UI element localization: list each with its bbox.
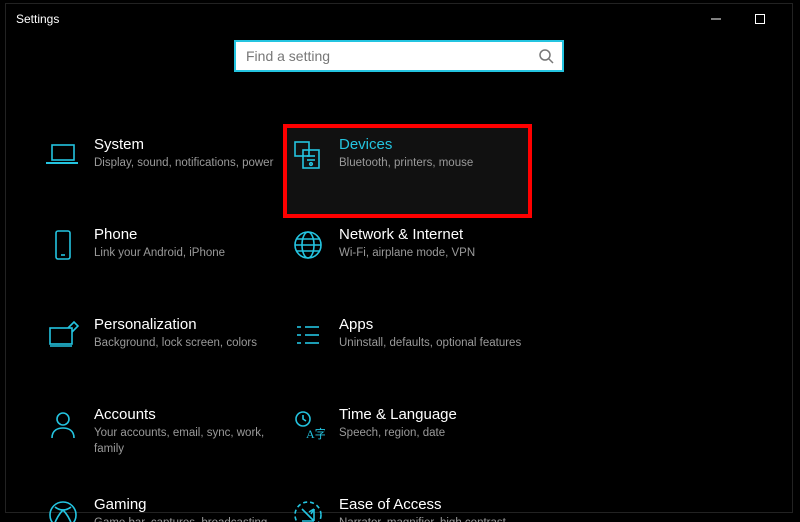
paint-icon <box>46 318 80 352</box>
tile-network[interactable]: Network & Internet Wi-Fi, airplane mode,… <box>285 216 530 306</box>
search-icon <box>538 48 554 64</box>
devices-icon <box>291 138 325 172</box>
tile-title: Phone <box>94 226 277 243</box>
tile-subtitle: Bluetooth, printers, mouse <box>339 156 522 172</box>
xbox-icon <box>46 498 80 522</box>
tile-apps[interactable]: Apps Uninstall, defaults, optional featu… <box>285 306 530 396</box>
settings-window: Settings System Display, sound, notifica… <box>5 3 793 513</box>
laptop-icon <box>46 138 80 172</box>
tile-title: Network & Internet <box>339 226 522 243</box>
minimize-button[interactable] <box>694 4 738 34</box>
person-icon <box>46 408 80 442</box>
tile-title: Accounts <box>94 406 277 423</box>
tile-title: Apps <box>339 316 522 333</box>
svg-text:A字: A字 <box>306 426 325 441</box>
time-language-icon: A字 <box>291 408 325 442</box>
tile-title: Ease of Access <box>339 496 522 513</box>
tile-accounts[interactable]: Accounts Your accounts, email, sync, wor… <box>40 396 285 486</box>
tile-title: Gaming <box>94 496 277 513</box>
tile-title: Time & Language <box>339 406 522 423</box>
tile-phone[interactable]: Phone Link your Android, iPhone <box>40 216 285 306</box>
window-title: Settings <box>16 12 59 26</box>
search-box[interactable] <box>234 40 564 72</box>
tile-subtitle: Display, sound, notifications, power <box>94 156 277 172</box>
settings-grid: System Display, sound, notifications, po… <box>6 126 792 522</box>
tile-gaming[interactable]: Gaming Game bar, captures, broadcasting,… <box>40 486 285 522</box>
tile-title: Personalization <box>94 316 277 333</box>
phone-icon <box>46 228 80 262</box>
search-row <box>6 40 792 72</box>
tile-system[interactable]: System Display, sound, notifications, po… <box>40 126 285 216</box>
tile-subtitle: Your accounts, email, sync, work, family <box>94 426 277 457</box>
tile-subtitle: Wi-Fi, airplane mode, VPN <box>339 246 522 262</box>
tile-subtitle: Game bar, captures, broadcasting, Game M… <box>94 516 277 522</box>
tile-subtitle: Narrator, magnifier, high contrast <box>339 516 522 522</box>
tile-ease-of-access[interactable]: Ease of Access Narrator, magnifier, high… <box>285 486 530 522</box>
ease-of-access-icon <box>291 498 325 522</box>
search-input[interactable] <box>244 47 538 65</box>
titlebar: Settings <box>6 4 792 34</box>
tile-time-language[interactable]: A字 Time & Language Speech, region, date <box>285 396 530 486</box>
tile-subtitle: Link your Android, iPhone <box>94 246 277 262</box>
tile-devices[interactable]: Devices Bluetooth, printers, mouse <box>285 126 530 216</box>
tile-subtitle: Background, lock screen, colors <box>94 336 277 352</box>
tile-subtitle: Uninstall, defaults, optional features <box>339 336 522 352</box>
tile-title: Devices <box>339 136 522 153</box>
maximize-button[interactable] <box>738 4 782 34</box>
apps-icon <box>291 318 325 352</box>
globe-icon <box>291 228 325 262</box>
tile-subtitle: Speech, region, date <box>339 426 522 442</box>
tile-personalization[interactable]: Personalization Background, lock screen,… <box>40 306 285 396</box>
tile-title: System <box>94 136 277 153</box>
